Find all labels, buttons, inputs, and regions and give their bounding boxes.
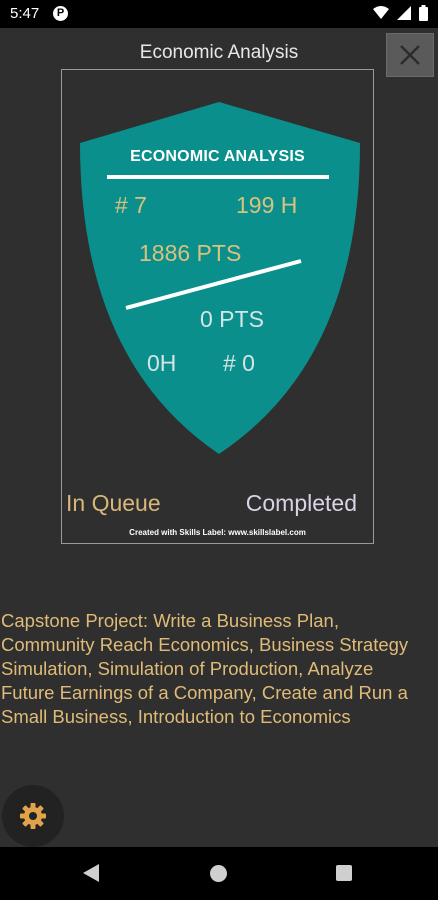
course-list-text: Capstone Project: Write a Business Plan,… (1, 610, 409, 727)
close-icon (400, 45, 420, 65)
status-time: 5:47 (10, 5, 40, 22)
rank-top: # 7 (115, 192, 147, 218)
hours-bottom: 0H (147, 350, 177, 376)
recents-square-icon[interactable] (336, 865, 352, 881)
app-notification-icon: P (53, 6, 68, 21)
settings-button[interactable] (2, 785, 64, 847)
badge-title: ECONOMIC ANALYSIS (130, 148, 305, 165)
badge-credit: Created with Skills Label: www.skillslab… (129, 528, 306, 537)
gear-icon (20, 803, 46, 829)
home-circle-icon[interactable] (210, 865, 227, 882)
points-bottom: 0 PTS (200, 306, 264, 332)
signal-icon (397, 6, 411, 20)
status-icons (373, 5, 428, 21)
hours-top: 199 H (236, 192, 298, 218)
skill-badge: ECONOMIC ANALYSIS # 7 199 H 1886 PTS 0 P… (61, 69, 374, 544)
navigation-bar (0, 847, 438, 900)
page-title: Economic Analysis (139, 42, 299, 63)
rank-bottom: # 0 (223, 350, 255, 376)
wifi-icon (373, 6, 389, 19)
battery-icon (419, 5, 428, 21)
status-bar: 5:47 P (0, 0, 438, 28)
close-button[interactable] (386, 33, 434, 77)
in-queue-label: In Queue (66, 490, 161, 516)
points-top: 1886 PTS (139, 240, 242, 266)
back-triangle-icon[interactable] (83, 864, 99, 882)
completed-label: Completed (245, 490, 357, 516)
